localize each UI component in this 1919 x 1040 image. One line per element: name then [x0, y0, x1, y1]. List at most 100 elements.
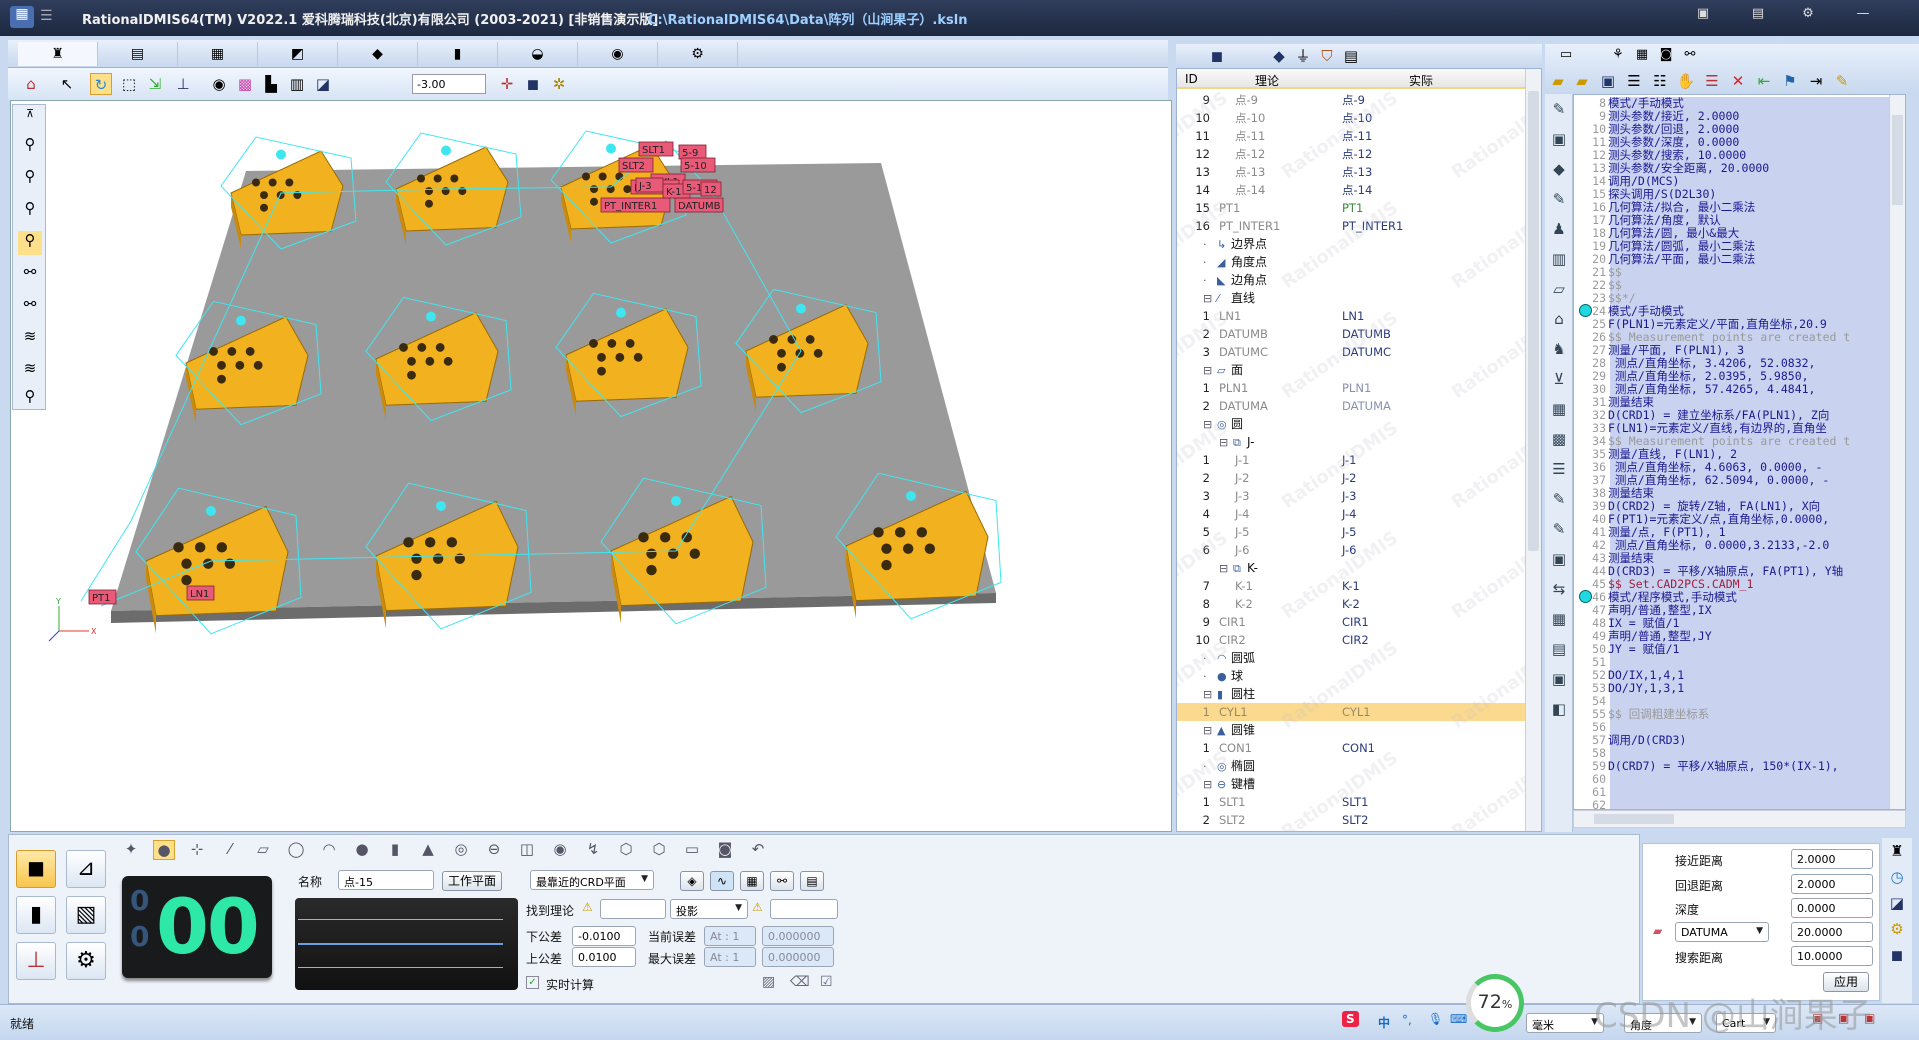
breakpoint-icon[interactable] — [1579, 590, 1592, 603]
feature-type-icon[interactable]: ▲ — [417, 840, 439, 860]
table-view-tab[interactable]: ▦ — [740, 871, 764, 891]
tree-row[interactable]: 16 PT_INTER1 PT_INTER1 — [1177, 217, 1525, 235]
tree-row[interactable]: 3 J-3 J-3 — [1177, 487, 1525, 505]
breakpoint-icon[interactable] — [1579, 304, 1592, 317]
probe-icon[interactable]: ⚯ — [1679, 44, 1701, 66]
code-line[interactable]: 53 DO/JY,1,3,1 — [1574, 682, 1904, 695]
code-line[interactable]: 62 — [1574, 799, 1904, 810]
feature-type-icon[interactable]: ◙ — [714, 840, 736, 860]
cad-axis-icon[interactable]: ⊥ — [172, 73, 194, 95]
collapse-icon[interactable]: ⊟ — [1219, 434, 1233, 452]
depth-input[interactable]: 0.0000 — [1791, 898, 1873, 918]
keyboard-icon[interactable]: ⌨ — [1450, 1012, 1467, 1026]
cad-scene[interactable]: PT1LN1SLT1SLT2CYL1DATUMBDATUMCPT_INTER1J… — [11, 101, 1173, 833]
feature-label[interactable]: DATUMB — [674, 197, 724, 213]
ime-logo-icon[interactable]: S — [1342, 1011, 1359, 1027]
feature-type-icon[interactable]: ◯ — [285, 840, 307, 860]
code-line[interactable]: 61 — [1574, 786, 1904, 799]
name-field[interactable]: 点-15 — [338, 870, 434, 890]
program-tool-icon[interactable]: ▣ — [1548, 128, 1570, 150]
tree-row[interactable]: 1 SLT1 SLT1 — [1177, 793, 1525, 811]
monitor-icon[interactable]: ▣ — [1690, 6, 1716, 26]
probe-rotate-icon[interactable]: ⚯ — [18, 295, 42, 319]
tab-cad[interactable]: ◩ — [258, 42, 338, 66]
probe-search-icon[interactable]: ⚲ — [18, 387, 42, 411]
home-icon[interactable]: ⌂ — [20, 73, 42, 95]
tree-group[interactable]: ⊟ ▮ 圆柱 — [1177, 685, 1525, 703]
wave-view-tab[interactable]: ∿ — [710, 871, 734, 891]
collapse-icon[interactable]: ⊟ — [1203, 416, 1217, 434]
probe-rotate-icon[interactable]: ⚯ — [18, 263, 42, 287]
probe-icon[interactable]: ◪ — [1886, 892, 1908, 914]
mic-icon[interactable]: 🎙 — [1428, 1012, 1443, 1026]
feature-type-icon[interactable]: ⬡ — [648, 840, 670, 860]
report-view-tab[interactable]: ▤ — [800, 871, 824, 891]
tab-probe-tip[interactable]: ▮ — [418, 42, 498, 66]
feature-view-tab[interactable]: ◈ — [680, 871, 704, 891]
tree-row[interactable]: 9 CIR1 CIR1 — [1177, 613, 1525, 631]
feature-label[interactable]: J-3 — [635, 177, 664, 193]
find-theory-input[interactable] — [600, 899, 666, 919]
tree-group[interactable]: · ◢ 角度点 — [1177, 253, 1525, 271]
program-tool-icon[interactable]: ✎ — [1548, 188, 1570, 210]
measure-mode-button[interactable]: ⊿ — [66, 850, 106, 888]
feature-type-icon[interactable]: ⁄ — [219, 840, 241, 860]
indent-icon[interactable]: ☰ — [1623, 70, 1645, 92]
feature-label[interactable]: 5-10 — [680, 157, 716, 173]
tree-row[interactable]: 10 点-10 点-10 — [1177, 109, 1525, 127]
cube-mode-button[interactable]: ◼ — [16, 850, 56, 888]
program-tool-icon[interactable]: ▱ — [1548, 278, 1570, 300]
report-icon[interactable]: ▤ — [1340, 45, 1362, 67]
collapse-icon[interactable]: ⊟ — [1203, 722, 1217, 740]
projection-select[interactable]: 投影 — [670, 899, 748, 919]
cube-icon[interactable]: ◼ — [522, 73, 544, 95]
tree-group[interactable]: · ↳ 边界点 — [1177, 235, 1525, 253]
code-hscrollbar[interactable] — [1573, 810, 1906, 828]
column-id[interactable]: ID — [1185, 72, 1198, 86]
probe-cube-icon[interactable]: ◼ — [1886, 944, 1908, 966]
tree-row[interactable]: 2 SLT2 SLT2 — [1177, 811, 1525, 829]
tree-row[interactable]: 7 K-1 K-1 — [1177, 577, 1525, 595]
quick-menu-icon[interactable]: ☰ — [40, 8, 53, 24]
feature-type-icon[interactable]: ◫ — [516, 840, 538, 860]
tree-group[interactable]: · ● 球 — [1177, 667, 1525, 685]
search-input[interactable]: 10.0000 — [1791, 946, 1873, 966]
settings-icon[interactable]: ⚙ — [1795, 6, 1821, 26]
datum-select[interactable]: DATUMA — [1675, 922, 1769, 942]
feature-type-icon[interactable]: ⊖ — [483, 840, 505, 860]
tree-row[interactable]: 1 J-1 J-1 — [1177, 451, 1525, 469]
tree-group[interactable]: ⊟ ▱ 面 — [1177, 361, 1525, 379]
plane-select[interactable]: 最靠近的CRD平面 — [530, 870, 654, 890]
tree-row[interactable]: 5 J-5 J-5 — [1177, 523, 1525, 541]
collapse-icon[interactable]: ⊟ — [1203, 686, 1217, 704]
program-tool-icon[interactable]: ♞ — [1548, 338, 1570, 360]
render-icon[interactable]: ▙ — [260, 73, 282, 95]
feature-type-icon[interactable]: ◎ — [450, 840, 472, 860]
program-tool-icon[interactable]: ◆ — [1548, 158, 1570, 180]
program-tool-icon[interactable]: ◧ — [1548, 698, 1570, 720]
workplane-button[interactable]: 工作平面 — [442, 871, 502, 891]
code-line[interactable]: 20 几何算法/平面, 最小二乘法 — [1574, 253, 1904, 266]
program-tool-icon[interactable]: ⊻ — [1548, 368, 1570, 390]
app-logo-icon[interactable]: ▦ — [10, 6, 34, 28]
clearance-input[interactable]: 20.0000 — [1791, 922, 1873, 942]
retract-input[interactable]: 2.0000 — [1791, 874, 1873, 894]
feature-type-icon[interactable]: ↶ — [747, 840, 769, 860]
tab-color[interactable]: ◆ — [338, 42, 418, 66]
cube-small-icon[interactable]: ◆ — [1268, 45, 1290, 67]
confirm-icon[interactable]: ☑ — [820, 974, 833, 990]
export-icon[interactable]: ⇥ — [1805, 70, 1827, 92]
tree-icon[interactable]: ⚘ — [1607, 44, 1629, 66]
feature-label[interactable]: PT1 — [88, 589, 117, 605]
code-line[interactable]: 50 JY = 赋值/1 — [1574, 643, 1904, 656]
feature-type-icon[interactable]: ▱ — [252, 840, 274, 860]
import-icon[interactable]: ⇤ — [1753, 70, 1775, 92]
tree-group[interactable]: · ◎ 椭圆 — [1177, 757, 1525, 775]
program-tool-icon[interactable]: ☰ — [1548, 458, 1570, 480]
cube-settings-icon[interactable]: ✲ — [548, 73, 570, 95]
folder-icon[interactable]: ▰ — [1571, 70, 1593, 92]
realtime-checkbox[interactable]: ✓ — [526, 976, 539, 989]
tab-table[interactable]: ▦ — [178, 42, 258, 66]
lower-tol-input[interactable]: -0.0100 — [572, 926, 636, 946]
fit-icon[interactable]: ⇲ — [144, 73, 166, 95]
